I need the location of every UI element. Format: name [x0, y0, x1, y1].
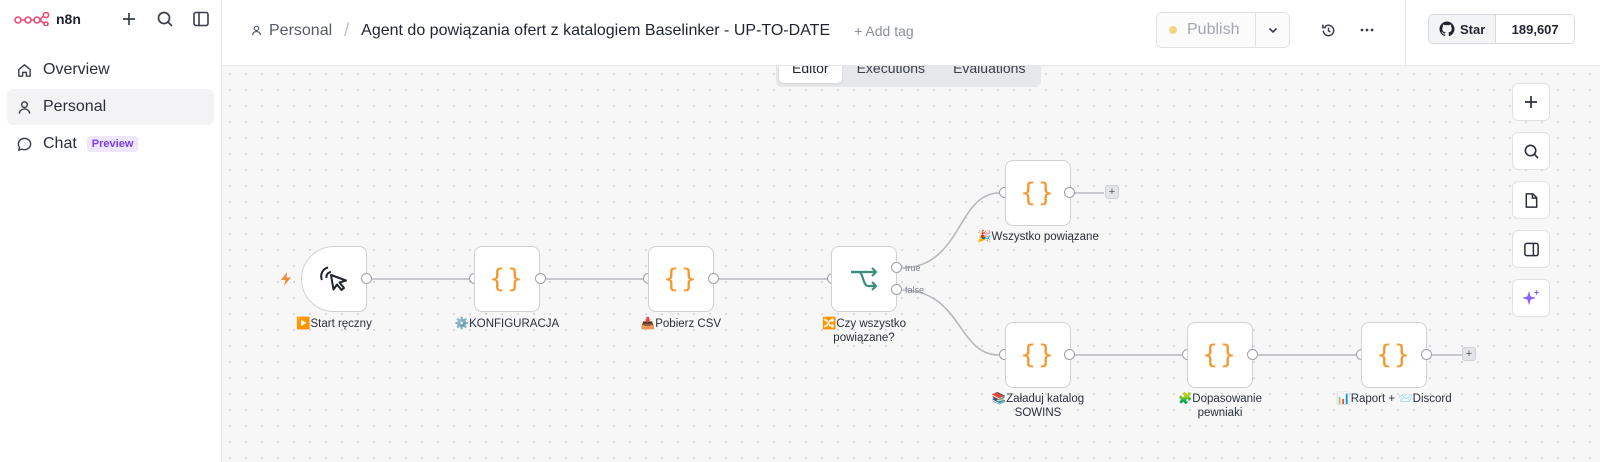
plus-icon: [1525, 96, 1537, 108]
more-options-icon[interactable]: [1357, 20, 1377, 40]
node-label: 📊Raport + 📨Discord: [1336, 393, 1452, 405]
add-node-button[interactable]: +: [1105, 185, 1119, 199]
chevron-down-icon: [1268, 27, 1277, 34]
code-braces-icon: {}: [1020, 178, 1056, 208]
code-braces-icon: {}: [663, 264, 699, 294]
breadcrumb-project-label: Personal: [269, 21, 333, 39]
trigger-bolt-icon: [281, 272, 291, 286]
node-konfiguracja[interactable]: {}: [474, 246, 540, 312]
sidebar-item-label: Overview: [43, 61, 110, 78]
star-count[interactable]: 189,607: [1496, 15, 1574, 43]
add-node-button[interactable]: +: [1462, 347, 1476, 361]
breadcrumb: Personal / Agent do powiązania ofert z k…: [250, 20, 914, 41]
workflow-canvas[interactable]: Editor Executions Evaluations ▶️Start rę…: [222, 66, 1600, 462]
n8n-logo-icon: [14, 12, 50, 26]
add-tag-button[interactable]: + Add tag: [854, 23, 914, 39]
sidebar-top: n8n: [0, 0, 221, 38]
sidebar-nav: Overview Personal Chat Preview: [0, 52, 221, 162]
node-label: 🔀Czy wszystko powiązane?: [822, 318, 906, 344]
ai-assistant-tool[interactable]: [1512, 279, 1550, 317]
node-label: 🧩Dopasowanie pewniaki: [1177, 393, 1262, 419]
sidebar-item-label: Chat: [43, 135, 77, 152]
node-czy-wszystko-powiazane[interactable]: [831, 246, 897, 312]
sparkle-icon: [1522, 289, 1540, 305]
github-star-widget: Star 189,607: [1428, 14, 1575, 44]
node-output-handle-false[interactable]: [891, 284, 902, 295]
search-nodes-tool[interactable]: [1512, 132, 1550, 170]
star-label: Star: [1460, 21, 1486, 37]
workflow-title[interactable]: Agent do powiązania ofert z katalogiem B…: [361, 22, 830, 40]
sidebar-item-personal[interactable]: Personal: [7, 89, 214, 125]
user-icon: [18, 100, 31, 114]
header: Personal / Agent do powiązania ofert z k…: [222, 0, 1600, 66]
sidebar-item-overview[interactable]: Overview: [7, 52, 214, 88]
node-label: 📚Załaduj katalog SOWINS: [991, 393, 1085, 419]
github-icon: [1439, 21, 1455, 37]
history-icon[interactable]: [1318, 20, 1338, 40]
node-label: 📥Pobierz CSV: [640, 318, 722, 330]
panel-icon: [1523, 242, 1539, 256]
node-output-handle[interactable]: [708, 273, 719, 284]
search-icon[interactable]: [155, 9, 175, 29]
node-raport-discord[interactable]: {}: [1361, 322, 1427, 388]
node-output-handle[interactable]: [535, 273, 546, 284]
node-label: ⚙️KONFIGURACJA: [454, 318, 560, 330]
publish-dropdown-button[interactable]: [1255, 13, 1289, 47]
toggle-panel-tool[interactable]: [1512, 230, 1550, 268]
node-wszystko-powiazane[interactable]: {}: [1005, 160, 1071, 226]
publish-label: Publish: [1187, 21, 1240, 38]
publish-button[interactable]: Publish: [1157, 13, 1255, 47]
sticky-note-tool[interactable]: [1512, 181, 1550, 219]
sidebar-toggle-icon[interactable]: [191, 9, 211, 29]
tab-executions[interactable]: Executions: [844, 66, 938, 83]
node-label: 🎉Wszystko powiązane: [977, 231, 1099, 243]
canvas-toolbar: [1512, 83, 1550, 317]
if-branch-icon: [851, 267, 878, 291]
home-icon: [18, 63, 31, 77]
node-label: ▶️Start ręczny: [296, 318, 372, 330]
branch-label-false: false: [905, 285, 925, 295]
breadcrumb-project[interactable]: Personal: [250, 22, 332, 40]
user-icon: [251, 25, 262, 36]
code-braces-icon: {}: [1376, 340, 1412, 370]
node-pobierz-csv[interactable]: {}: [648, 246, 714, 312]
chat-icon: [17, 137, 32, 151]
logo-text: n8n: [56, 11, 81, 27]
node-dopasowanie-pewniaki[interactable]: {}: [1187, 322, 1253, 388]
node-output-handle[interactable]: [1421, 349, 1432, 360]
code-braces-icon: {}: [1020, 340, 1056, 370]
node-output-handle[interactable]: [1247, 349, 1258, 360]
code-braces-icon: {}: [489, 264, 525, 294]
tab-evaluations[interactable]: Evaluations: [940, 66, 1038, 83]
branch-label-true: true: [905, 263, 921, 273]
github-star-button[interactable]: Star: [1429, 15, 1497, 43]
add-icon[interactable]: [119, 9, 139, 29]
tab-editor[interactable]: Editor: [779, 66, 842, 83]
sidebar-item-chat[interactable]: Chat Preview: [7, 126, 214, 162]
cursor-click-icon: [320, 266, 347, 291]
add-node-tool[interactable]: [1512, 83, 1550, 121]
status-dot: [1169, 26, 1177, 34]
header-divider: [1405, 0, 1406, 66]
node-zaladuj-katalog-sowins[interactable]: {}: [1005, 322, 1071, 388]
search-icon: [1524, 144, 1539, 159]
publish-button-group: Publish: [1156, 12, 1290, 48]
note-icon: [1525, 192, 1538, 208]
sidebar: n8n Overview Personal Chat Preview: [0, 0, 222, 462]
sidebar-actions: [119, 9, 211, 29]
code-braces-icon: {}: [1202, 340, 1238, 370]
node-output-handle-true[interactable]: [891, 262, 902, 273]
n8n-logo[interactable]: n8n: [14, 11, 81, 27]
view-tabs: Editor Executions Evaluations: [776, 66, 1042, 87]
sidebar-item-label: Personal: [43, 98, 107, 115]
preview-badge: Preview: [86, 136, 139, 152]
node-output-handle[interactable]: [1064, 349, 1075, 360]
node-start-reczny[interactable]: [301, 246, 367, 312]
node-output-handle[interactable]: [361, 273, 372, 284]
breadcrumb-separator: /: [344, 20, 350, 40]
node-output-handle[interactable]: [1064, 187, 1075, 198]
